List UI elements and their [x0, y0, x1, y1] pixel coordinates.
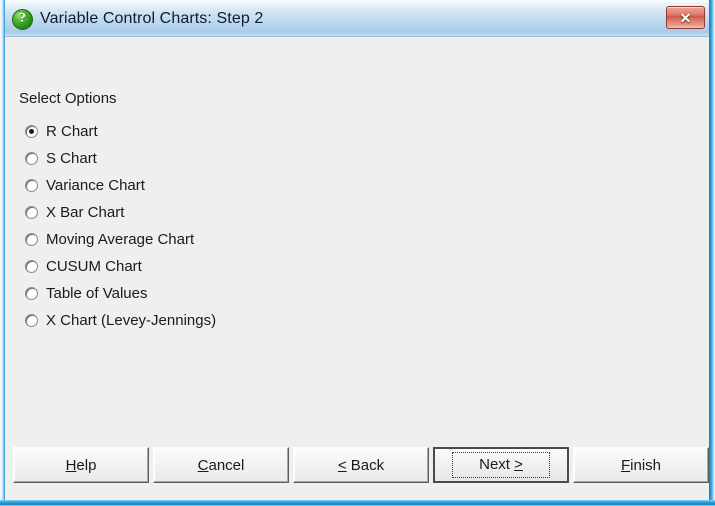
dialog-client-area: ? Variable Control Charts: Step 2 ✕ Sele… — [5, 2, 709, 500]
radio-indicator — [25, 152, 38, 165]
question-mark-icon: ? — [12, 8, 33, 30]
button-label: Cancel — [197, 456, 245, 474]
radio-option-label: X Chart (Levey-Jennings) — [46, 312, 217, 329]
radio-option-x-chart-levey-jennings[interactable]: X Chart (Levey-Jennings) — [25, 307, 355, 334]
button-label: Help — [65, 456, 97, 474]
radio-option-r-chart[interactable]: R Chart — [25, 118, 355, 145]
radio-option-label: R Chart — [46, 123, 98, 140]
radio-indicator — [25, 206, 38, 219]
select-options-label: Select Options — [19, 90, 117, 107]
radio-indicator — [25, 125, 38, 138]
title-bar[interactable]: ? Variable Control Charts: Step 2 ✕ — [5, 2, 709, 37]
close-button[interactable]: ✕ — [666, 6, 705, 29]
radio-option-label: Moving Average Chart — [46, 231, 195, 248]
radio-option-label: S Chart — [46, 150, 97, 167]
radio-option-s-chart[interactable]: S Chart — [25, 145, 355, 172]
radio-option-variance-chart[interactable]: Variance Chart — [25, 172, 355, 199]
button-label: Next > — [479, 456, 523, 473]
window-frame-bottom — [0, 500, 715, 506]
radio-option-x-bar-chart[interactable]: X Bar Chart — [25, 199, 355, 226]
dialog-button-bar: Help Cancel < Back Next > Finish — [5, 447, 709, 487]
radio-option-cusum-chart[interactable]: CUSUM Chart — [25, 253, 355, 280]
radio-option-label: X Bar Chart — [46, 204, 125, 221]
radio-option-table-of-values[interactable]: Table of Values — [25, 280, 355, 307]
window-title: Variable Control Charts: Step 2 — [40, 10, 264, 27]
radio-option-label: Table of Values — [46, 285, 148, 302]
dialog-window: ? Variable Control Charts: Step 2 ✕ Sele… — [0, 0, 715, 506]
radio-indicator — [25, 233, 38, 246]
radio-indicator — [25, 179, 38, 192]
window-frame-right — [709, 0, 715, 506]
radio-option-moving-average-chart[interactable]: Moving Average Chart — [25, 226, 355, 253]
radio-option-label: CUSUM Chart — [46, 258, 142, 275]
back-button[interactable]: < Back — [293, 447, 429, 483]
radio-indicator — [25, 314, 38, 327]
help-button[interactable]: Help — [13, 447, 149, 483]
button-focus-ring: Next > — [452, 452, 550, 478]
chart-type-radio-group: R Chart S Chart Variance Chart X Bar Cha… — [25, 118, 355, 334]
next-button[interactable]: Next > — [433, 447, 569, 483]
dialog-body: Select Options R Chart S Chart Variance … — [5, 37, 709, 499]
radio-option-label: Variance Chart — [46, 177, 145, 194]
button-label: Finish — [620, 456, 662, 474]
close-icon: ✕ — [679, 9, 692, 26]
radio-indicator — [25, 260, 38, 273]
finish-button[interactable]: Finish — [573, 447, 709, 483]
button-label: < Back — [337, 456, 385, 474]
radio-indicator — [25, 287, 38, 300]
cancel-button[interactable]: Cancel — [153, 447, 289, 483]
